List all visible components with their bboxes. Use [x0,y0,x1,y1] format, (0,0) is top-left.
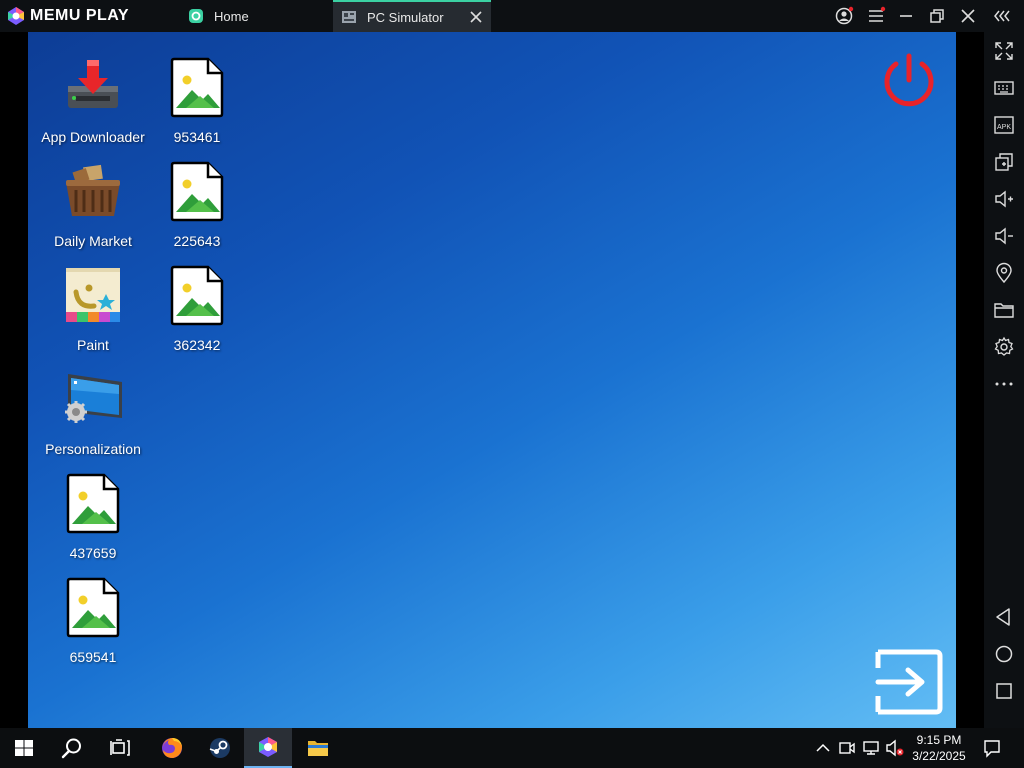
power-icon[interactable] [880,52,938,110]
screen-border-left [0,32,28,728]
desktop-icon-label: App Downloader [41,129,145,145]
minimize-icon[interactable] [896,6,916,26]
task-view-button[interactable] [96,728,144,768]
emulator-toolbar: APK [984,32,1024,728]
notifications-icon[interactable] [982,738,1002,758]
start-button[interactable] [0,728,48,768]
desktop-icon-personalization[interactable]: Personalization [38,368,148,457]
desktop-icon-label: 225643 [173,233,221,249]
restore-icon[interactable] [927,6,947,26]
memu-logo: MEMU PLAY [6,6,129,26]
exit-icon[interactable] [872,646,944,718]
image-file-icon [66,577,120,638]
folder-icon[interactable] [993,299,1015,321]
volume-up-icon[interactable] [993,188,1015,210]
more-options-icon[interactable] [993,373,1015,395]
volume-down-icon[interactable] [993,225,1015,247]
network-icon[interactable] [861,738,881,758]
desktop-icon-label: 437659 [69,545,117,561]
memu-logo-icon [8,7,24,25]
meet-now-icon[interactable] [837,738,857,758]
image-file-icon [170,57,224,118]
desktop-icon-label: 953461 [173,129,221,145]
tab-home-label: Home [214,8,249,24]
tab-pc-simulator-label: PC Simulator [367,9,444,25]
desktop-icon-app-downloader[interactable]: App Downloader [38,56,148,145]
settings-gear-icon[interactable] [993,336,1015,358]
fullscreen-icon[interactable] [993,40,1015,62]
install-apk-icon[interactable]: APK [993,114,1015,136]
personalization-monitor-icon [65,374,122,423]
system-clock[interactable]: 9:15 PM 3/22/2025 [906,732,972,764]
image-file-icon [66,473,120,534]
desktop-icon-label: 362342 [173,337,221,353]
svg-text:APK: APK [997,124,1011,131]
keyboard-icon[interactable] [993,77,1015,99]
account-icon[interactable] [834,6,854,26]
file-explorer-icon [308,741,328,756]
desktop-icon-paint[interactable]: Paint [38,264,148,353]
taskbar-steam[interactable] [196,728,244,768]
search-icon [61,738,81,759]
desktop-icon-362342[interactable]: 362342 [142,264,252,353]
show-hidden-icons-icon[interactable] [813,738,833,758]
menu-icon[interactable] [866,6,886,26]
tab-home[interactable]: Home [180,0,330,32]
home-icon[interactable] [993,643,1015,665]
app-name: MEMU PLAY [30,7,130,24]
recent-apps-icon[interactable] [993,680,1015,702]
desktop-icon-label: Personalization [45,441,141,457]
steam-icon [209,738,230,758]
desktop-icon-225643[interactable]: 225643 [142,160,252,249]
desktop-icon-daily-market[interactable]: Daily Market [38,160,148,249]
desktop-icon-label: 659541 [69,649,117,665]
pc-simulator-desktop[interactable]: App Downloader 953461 Daily Market 22564… [28,32,956,728]
clock-date: 3/22/2025 [912,749,966,763]
taskbar-firefox[interactable] [148,728,196,768]
image-file-icon [170,265,224,326]
tab-pc-simulator[interactable]: PC Simulator [333,0,491,32]
home-app-icon [189,9,203,23]
paint-icon [66,268,120,322]
emulator-title-bar: MEMU PLAY Home PC Simulator [0,0,1024,32]
memu-app-icon [259,737,277,757]
collapse-sidebar-icon[interactable] [992,6,1012,26]
screen-border-right [956,32,984,728]
app-downloader-icon [68,60,118,108]
close-tab-icon[interactable] [469,10,483,24]
clock-time: 9:15 PM [916,733,962,747]
taskbar-file-explorer[interactable] [294,728,342,768]
desktop-icon-953461[interactable]: 953461 [142,56,252,145]
desktop-icon-437659[interactable]: 437659 [38,472,148,561]
taskbar-memu[interactable] [244,728,292,768]
location-icon[interactable] [993,262,1015,284]
firefox-icon [162,738,182,758]
taskbar: 9:15 PM 3/22/2025 [0,728,1024,768]
back-icon[interactable] [993,606,1015,628]
desktop-icon-label: Paint [77,337,109,353]
desktop-icon-659541[interactable]: 659541 [38,576,148,665]
windows-logo-icon [15,740,33,756]
close-window-icon[interactable] [958,6,978,26]
desktop-icon-label: Daily Market [54,233,132,249]
task-view-icon [110,739,130,756]
multi-instance-icon[interactable] [993,151,1015,173]
daily-market-basket-icon [66,164,120,216]
search-button[interactable] [48,728,96,768]
volume-muted-icon[interactable] [885,738,905,758]
image-file-icon [170,161,224,222]
pc-simulator-app-icon [342,11,356,23]
